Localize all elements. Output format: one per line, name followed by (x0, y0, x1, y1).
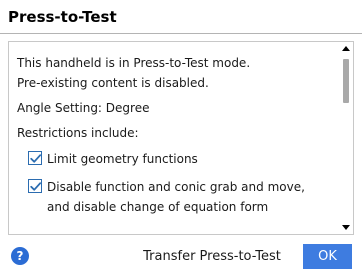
ok-button[interactable]: OK (303, 244, 352, 269)
intro-line-2: Pre-existing content is disabled. (17, 76, 209, 90)
checkmark-icon (30, 154, 42, 163)
scroll-down-arrow-icon[interactable] (342, 225, 350, 230)
transfer-press-to-test-button[interactable]: Transfer Press-to-Test (132, 244, 292, 268)
title-bar: Press-to-Test (0, 0, 362, 33)
scroll-thumb[interactable] (343, 59, 349, 103)
vertical-scrollbar[interactable] (339, 42, 353, 234)
dialog-footer: ? Transfer Press-to-Test OK (0, 240, 362, 272)
restriction-label-grab-move-line1: Disable function and conic grab and move… (47, 180, 305, 194)
restriction-item-geometry[interactable]: Limit geometry functions (28, 150, 198, 168)
title-divider (0, 33, 362, 34)
checkbox-geometry[interactable] (28, 151, 42, 165)
press-to-test-dialog: Press-to-Test This handheld is in Press-… (0, 0, 362, 272)
checkbox-grab-move[interactable] (28, 179, 42, 193)
restrictions-heading: Restrictions include: (17, 126, 139, 140)
restriction-text-grab-move: Disable function and conic grab and move… (47, 178, 305, 216)
restriction-label-geometry: Limit geometry functions (47, 152, 198, 166)
scroll-up-arrow-icon[interactable] (342, 46, 350, 51)
content-panel[interactable]: This handheld is in Press-to-Test mode. … (8, 41, 354, 235)
restriction-label-grab-move-line2: and disable change of equation form (47, 200, 269, 214)
restriction-item-grab-move[interactable]: Disable function and conic grab and move… (28, 178, 305, 216)
intro-line-1: This handheld is in Press-to-Test mode. (17, 56, 251, 70)
angle-setting-text: Angle Setting: Degree (17, 101, 150, 115)
help-icon[interactable]: ? (11, 247, 29, 265)
checkmark-icon (30, 182, 42, 191)
dialog-title: Press-to-Test (8, 7, 117, 26)
